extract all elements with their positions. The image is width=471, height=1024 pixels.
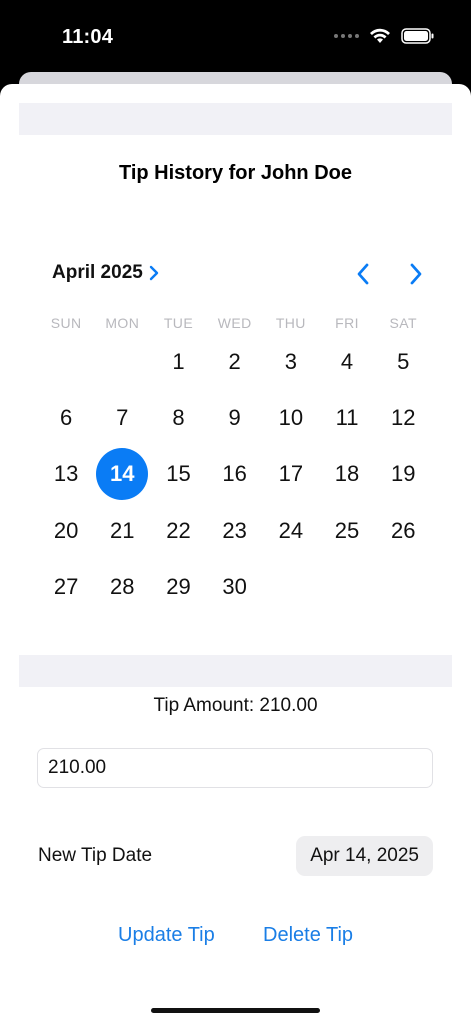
- calendar-day-number: 20: [53, 517, 79, 543]
- calendar-day-number: 4: [340, 349, 354, 375]
- calendar-day[interactable]: 22: [150, 503, 206, 559]
- calendar-day-number: 9: [228, 405, 241, 431]
- calendar-day[interactable]: 24: [263, 503, 319, 559]
- calendar-day-number: 10: [278, 405, 304, 431]
- calendar-day-selected[interactable]: 14: [94, 446, 150, 502]
- calendar-day[interactable]: 11: [319, 390, 375, 446]
- calendar-blank-cell: [38, 334, 94, 390]
- calendar-day-number: 6: [59, 405, 73, 431]
- calendar-day-number: 7: [116, 405, 129, 431]
- calendar-day[interactable]: 9: [207, 390, 263, 446]
- tip-amount-label: Tip Amount: 210.00: [153, 695, 318, 716]
- calendar-day-number: 30: [222, 573, 247, 599]
- calendar-day-number: 3: [284, 349, 297, 375]
- calendar-day-number: 2: [228, 349, 241, 375]
- calendar-day-number: 21: [110, 517, 135, 543]
- calendar-day-number: 23: [222, 517, 247, 543]
- wifi-icon: [370, 28, 390, 43]
- new-tip-date-picker[interactable]: Apr 14, 2025: [296, 836, 433, 876]
- calendar-day[interactable]: 1: [150, 334, 206, 390]
- weekday-header: SUN MON TUE WED THU FRI SAT: [38, 315, 431, 331]
- calendar-day[interactable]: 23: [207, 503, 263, 559]
- calendar-day-number: 16: [222, 461, 247, 487]
- home-indicator: [151, 1008, 320, 1013]
- calendar-day[interactable]: 7: [94, 390, 150, 446]
- calendar-day-number: 13: [53, 461, 79, 487]
- chevron-right-icon: [149, 265, 159, 281]
- next-month-button[interactable]: [403, 261, 429, 287]
- calendar-day[interactable]: 6: [38, 390, 94, 446]
- calendar-day[interactable]: 12: [375, 390, 431, 446]
- calendar-day-number: 26: [390, 517, 416, 543]
- weekday-label: THU: [275, 315, 306, 331]
- calendar-day[interactable]: 27: [38, 559, 94, 615]
- calendar-day-number: 8: [172, 405, 185, 431]
- month-label: April 2025: [52, 262, 143, 283]
- calendar-day-number: 27: [53, 573, 79, 599]
- chevron-left-icon: [357, 263, 369, 285]
- calendar-day[interactable]: 8: [150, 390, 206, 446]
- calendar-day[interactable]: 30: [207, 559, 263, 615]
- weekday-label: SUN: [50, 315, 82, 331]
- calendar-blank-cell: [94, 334, 150, 390]
- calendar-day-number: 14: [96, 448, 149, 501]
- calendar-day[interactable]: 28: [94, 559, 150, 615]
- status-icons: [334, 28, 435, 44]
- calendar-day[interactable]: 16: [207, 446, 263, 502]
- calendar-day-number: 1: [172, 349, 185, 375]
- weekday-label: TUE: [163, 315, 194, 331]
- calendar-day-number: 25: [334, 517, 360, 543]
- calendar-day[interactable]: 4: [319, 334, 375, 390]
- update-tip-button[interactable]: Update Tip: [118, 924, 215, 947]
- new-tip-date-label: New Tip Date: [38, 845, 153, 866]
- calendar-day[interactable]: 26: [375, 503, 431, 559]
- calendar-day-number: 29: [166, 573, 191, 599]
- weekday-label: SAT: [389, 315, 417, 331]
- chevron-right-icon: [410, 263, 422, 285]
- calendar-day[interactable]: 18: [319, 446, 375, 502]
- weekday-label: MON: [105, 315, 140, 331]
- top-divider-band: [19, 103, 452, 135]
- calendar-day[interactable]: 20: [38, 503, 94, 559]
- page-title: Tip History for John Doe: [119, 162, 352, 184]
- calendar-day-number: 19: [390, 461, 416, 487]
- calendar-day-number: 15: [166, 461, 191, 487]
- tip-amount-input[interactable]: [37, 748, 433, 788]
- calendar-day[interactable]: 5: [375, 334, 431, 390]
- calendar-day-number: 18: [334, 461, 360, 487]
- weekday-label: FRI: [335, 315, 359, 331]
- previous-month-button[interactable]: [350, 261, 376, 287]
- status-time: 11:04: [62, 26, 114, 48]
- calendar-day[interactable]: 19: [375, 446, 431, 502]
- calendar-day-number: 28: [110, 573, 135, 599]
- status-bar: 11:04: [0, 0, 471, 80]
- calendar-day[interactable]: 15: [150, 446, 206, 502]
- calendar-day[interactable]: 25: [319, 503, 375, 559]
- calendar-day-number: 11: [335, 405, 359, 431]
- calendar-day-number: 12: [390, 405, 416, 431]
- tip-history-sheet: Tip History for John Doe April 2025 SUN M…: [0, 84, 471, 1024]
- calendar-day[interactable]: 2: [207, 334, 263, 390]
- calendar-day[interactable]: 29: [150, 559, 206, 615]
- calendar-day-number: 5: [397, 349, 410, 375]
- delete-tip-button[interactable]: Delete Tip: [263, 924, 353, 947]
- battery-icon: [401, 28, 434, 44]
- calendar-day[interactable]: 21: [94, 503, 150, 559]
- weekday-label: WED: [217, 315, 252, 331]
- signal-icon: [334, 34, 359, 38]
- calendar-day[interactable]: 10: [263, 390, 319, 446]
- calendar-days-grid: 1 2 3 4 5 6 7 8 9 10 11 12 13 14 15 16 17 18 19 20 21 22 23 24 2…: [38, 334, 432, 615]
- calendar-day[interactable]: 3: [263, 334, 319, 390]
- calendar-day-number: 24: [278, 517, 304, 543]
- calendar-day-number: 22: [166, 517, 191, 543]
- month-picker-button[interactable]: April 2025: [52, 262, 159, 284]
- calendar-day[interactable]: 13: [38, 446, 94, 502]
- calendar-day[interactable]: 17: [263, 446, 319, 502]
- calendar-day-number: 17: [278, 461, 304, 487]
- middle-divider-band: [19, 655, 452, 687]
